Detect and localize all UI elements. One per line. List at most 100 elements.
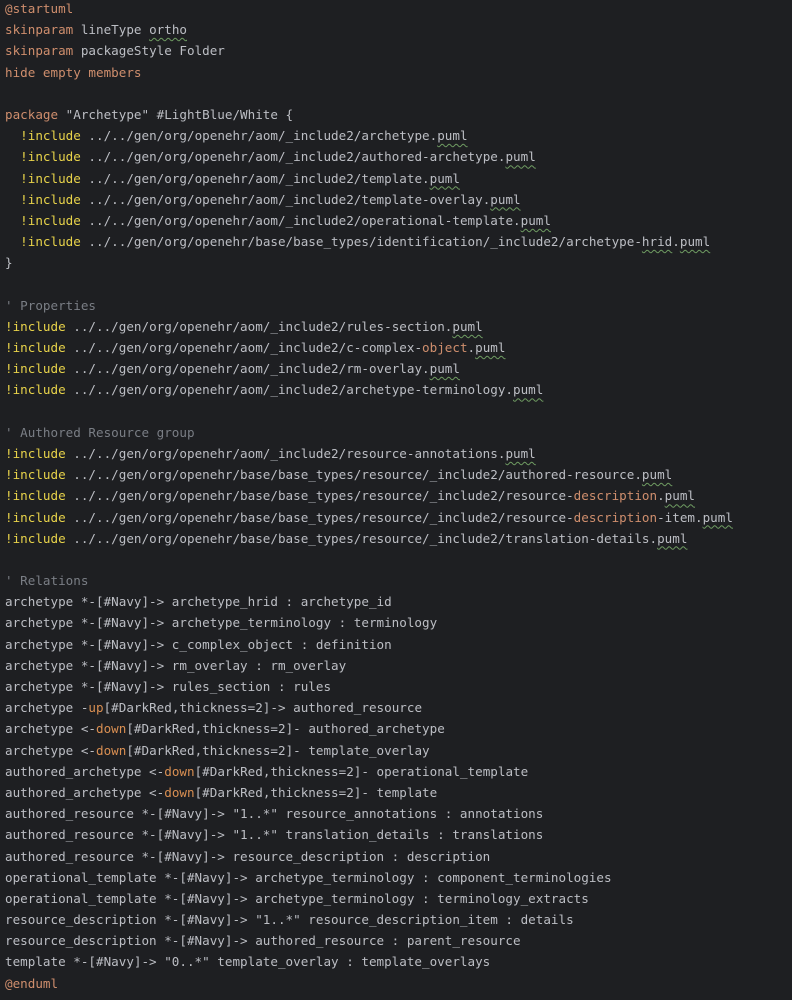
spellcheck-token: puml [490, 191, 521, 207]
code-line[interactable] [5, 401, 792, 422]
code-token: packageStyle Folder [73, 43, 225, 59]
code-line[interactable]: } [5, 252, 792, 273]
code-editor[interactable]: @startuml skinparam lineType ortho skinpar… [0, 0, 792, 1000]
code-line[interactable]: !include ../../gen/org/openehr/aom/_incl… [5, 358, 792, 379]
code-line[interactable]: skinparam lineType ortho [5, 19, 792, 40]
code-token: authored_archetype <- [5, 784, 165, 800]
code-line[interactable]: !include ../../gen/org/openehr/base/base… [5, 231, 792, 252]
code-token: . [467, 340, 476, 355]
spellcheck-token: puml [641, 467, 673, 483]
code-token: ../../gen/org/openehr/base/base_types/re… [65, 467, 642, 483]
code-line[interactable]: !include ../../gen/org/openehr/base/base… [5, 464, 792, 485]
code-line[interactable]: operational_template *-[#Navy]-> archety… [5, 867, 792, 888]
code-line[interactable]: archetype *-[#Navy]-> rm_overlay : rm_ov… [5, 655, 792, 676]
code-token: skinparam [5, 22, 74, 38]
code-line[interactable]: ' Authored Resource group [5, 422, 792, 443]
code-line[interactable]: operational_template *-[#Navy]-> archety… [5, 888, 792, 909]
code-line[interactable]: !include ../../gen/org/openehr/aom/_incl… [5, 443, 792, 464]
code-line[interactable]: !include ../../gen/org/openehr/aom/_incl… [5, 168, 792, 189]
code-line[interactable]: archetype *-[#Navy]-> archetype_hrid : a… [5, 591, 792, 612]
spellcheck-token: puml [505, 149, 536, 165]
code-line[interactable]: !include ../../gen/org/openehr/base/base… [5, 507, 792, 528]
code-token: !include [5, 340, 66, 355]
code-line[interactable]: ' Relations [5, 570, 792, 591]
code-line[interactable] [5, 549, 792, 570]
code-line[interactable]: authored_resource *-[#Navy]-> resource_d… [5, 846, 792, 867]
code-line[interactable]: @enduml [5, 973, 792, 994]
code-token: down [96, 742, 127, 758]
code-token: [#DarkRed,thickness=2]- authored_archety… [126, 721, 445, 737]
code-line[interactable]: archetype <-down[#DarkRed,thickness=2]- … [5, 718, 792, 739]
spellcheck-token: hrid [641, 234, 673, 250]
code-token: !include [5, 382, 66, 398]
code-line[interactable]: template *-[#Navy]-> "0..*" template_ove… [5, 951, 792, 972]
code-line[interactable]: archetype <-down[#DarkRed,thickness=2]- … [5, 740, 792, 761]
code-line[interactable]: package "Archetype" #LightBlue/White { [5, 104, 792, 125]
code-token: archetype *-[#Navy]-> rm_overlay : rm_ov… [5, 657, 347, 673]
code-token: archetype <- [5, 721, 96, 737]
code-line[interactable]: @startuml [5, 0, 792, 19]
code-line[interactable]: archetype -up[#DarkRed,thickness=2]-> au… [5, 697, 792, 718]
spellcheck-token: puml [437, 128, 468, 144]
code-token: !include [5, 530, 66, 546]
code-token: !include [20, 234, 81, 250]
code-token: [#DarkRed,thickness=2]-> authored_resour… [103, 700, 423, 716]
code-token: !include [5, 509, 66, 525]
code-token: lineType [73, 22, 150, 38]
code-token: operational_template *-[#Navy]-> archety… [5, 890, 589, 906]
spellcheck-token: puml [657, 530, 688, 546]
code-line[interactable] [5, 83, 792, 104]
code-token: archetype *-[#Navy]-> c_complex_object :… [5, 636, 392, 652]
code-token: [#DarkRed,thickness=2]- template [194, 784, 438, 800]
code-token: operational_template *-[#Navy]-> archety… [5, 869, 612, 885]
code-token: !include [20, 191, 81, 207]
code-token: archetype *-[#Navy]-> archetype_hrid : a… [5, 594, 392, 610]
code-token: !include [5, 445, 66, 461]
code-token: package [5, 106, 59, 122]
code-token: resource_description *-[#Navy]-> authore… [5, 933, 521, 949]
code-token: ../../gen/org/openehr/base/base_types/re… [65, 488, 574, 504]
code-line[interactable]: !include ../../gen/org/openehr/aom/_incl… [5, 379, 792, 400]
code-token: [#DarkRed,thickness=2]- template_overlay [126, 742, 430, 758]
code-line[interactable]: authored_resource *-[#Navy]-> "1..*" res… [5, 803, 792, 824]
code-line[interactable]: !include ../../gen/org/openehr/aom/_incl… [5, 146, 792, 167]
code-token: ' Relations [5, 573, 89, 589]
code-line[interactable]: authored_archetype <-down[#DarkRed,thick… [5, 761, 792, 782]
code-line[interactable]: authored_archetype <-down[#DarkRed,thick… [5, 782, 792, 803]
code-token: ../../gen/org/openehr/aom/_include2/auth… [80, 149, 506, 165]
spellcheck-token: puml [429, 170, 460, 186]
code-token: down [164, 763, 195, 779]
code-line[interactable]: archetype *-[#Navy]-> c_complex_object :… [5, 634, 792, 655]
code-line[interactable]: !include ../../gen/org/openehr/aom/_incl… [5, 210, 792, 231]
code-line[interactable]: !include ../../gen/org/openehr/base/base… [5, 528, 792, 549]
code-line[interactable]: !include ../../gen/org/openehr/aom/_incl… [5, 189, 792, 210]
code-token: -item. [657, 509, 703, 525]
spellcheck-token: puml [679, 234, 711, 250]
code-line[interactable]: archetype *-[#Navy]-> archetype_terminol… [5, 612, 792, 633]
code-line[interactable]: ' Properties [5, 295, 792, 316]
code-line[interactable]: !include ../../gen/org/openehr/aom/_incl… [5, 337, 792, 358]
code-line[interactable]: resource_description *-[#Navy]-> "1..*" … [5, 909, 792, 930]
code-token: "Archetype" #LightBlue/White { [58, 106, 294, 122]
code-token: !include [5, 361, 66, 377]
spellcheck-token: puml [664, 488, 696, 504]
code-line[interactable]: resource_description *-[#Navy]-> authore… [5, 930, 792, 951]
code-token: hide empty members [5, 64, 142, 80]
code-line[interactable]: !include ../../gen/org/openehr/aom/_incl… [5, 316, 792, 337]
code-line[interactable] [5, 273, 792, 294]
code-line[interactable]: hide empty members [5, 62, 792, 83]
code-token: [#DarkRed,thickness=2]- operational_temp… [194, 763, 529, 779]
code-token: ../../gen/org/openehr/base/base_types/id… [80, 234, 642, 250]
code-line[interactable]: authored_resource *-[#Navy]-> "1..*" tra… [5, 824, 792, 845]
code-token: !include [20, 212, 81, 228]
code-line[interactable]: !include ../../gen/org/openehr/aom/_incl… [5, 125, 792, 146]
code-token: ../../gen/org/openehr/aom/_include2/oper… [80, 212, 521, 228]
code-token: @startuml [5, 1, 74, 16]
code-line[interactable]: archetype *-[#Navy]-> rules_section : ru… [5, 676, 792, 697]
code-token: down [96, 721, 127, 737]
code-line[interactable]: !include ../../gen/org/openehr/base/base… [5, 485, 792, 506]
code-line[interactable]: skinparam packageStyle Folder [5, 40, 792, 61]
